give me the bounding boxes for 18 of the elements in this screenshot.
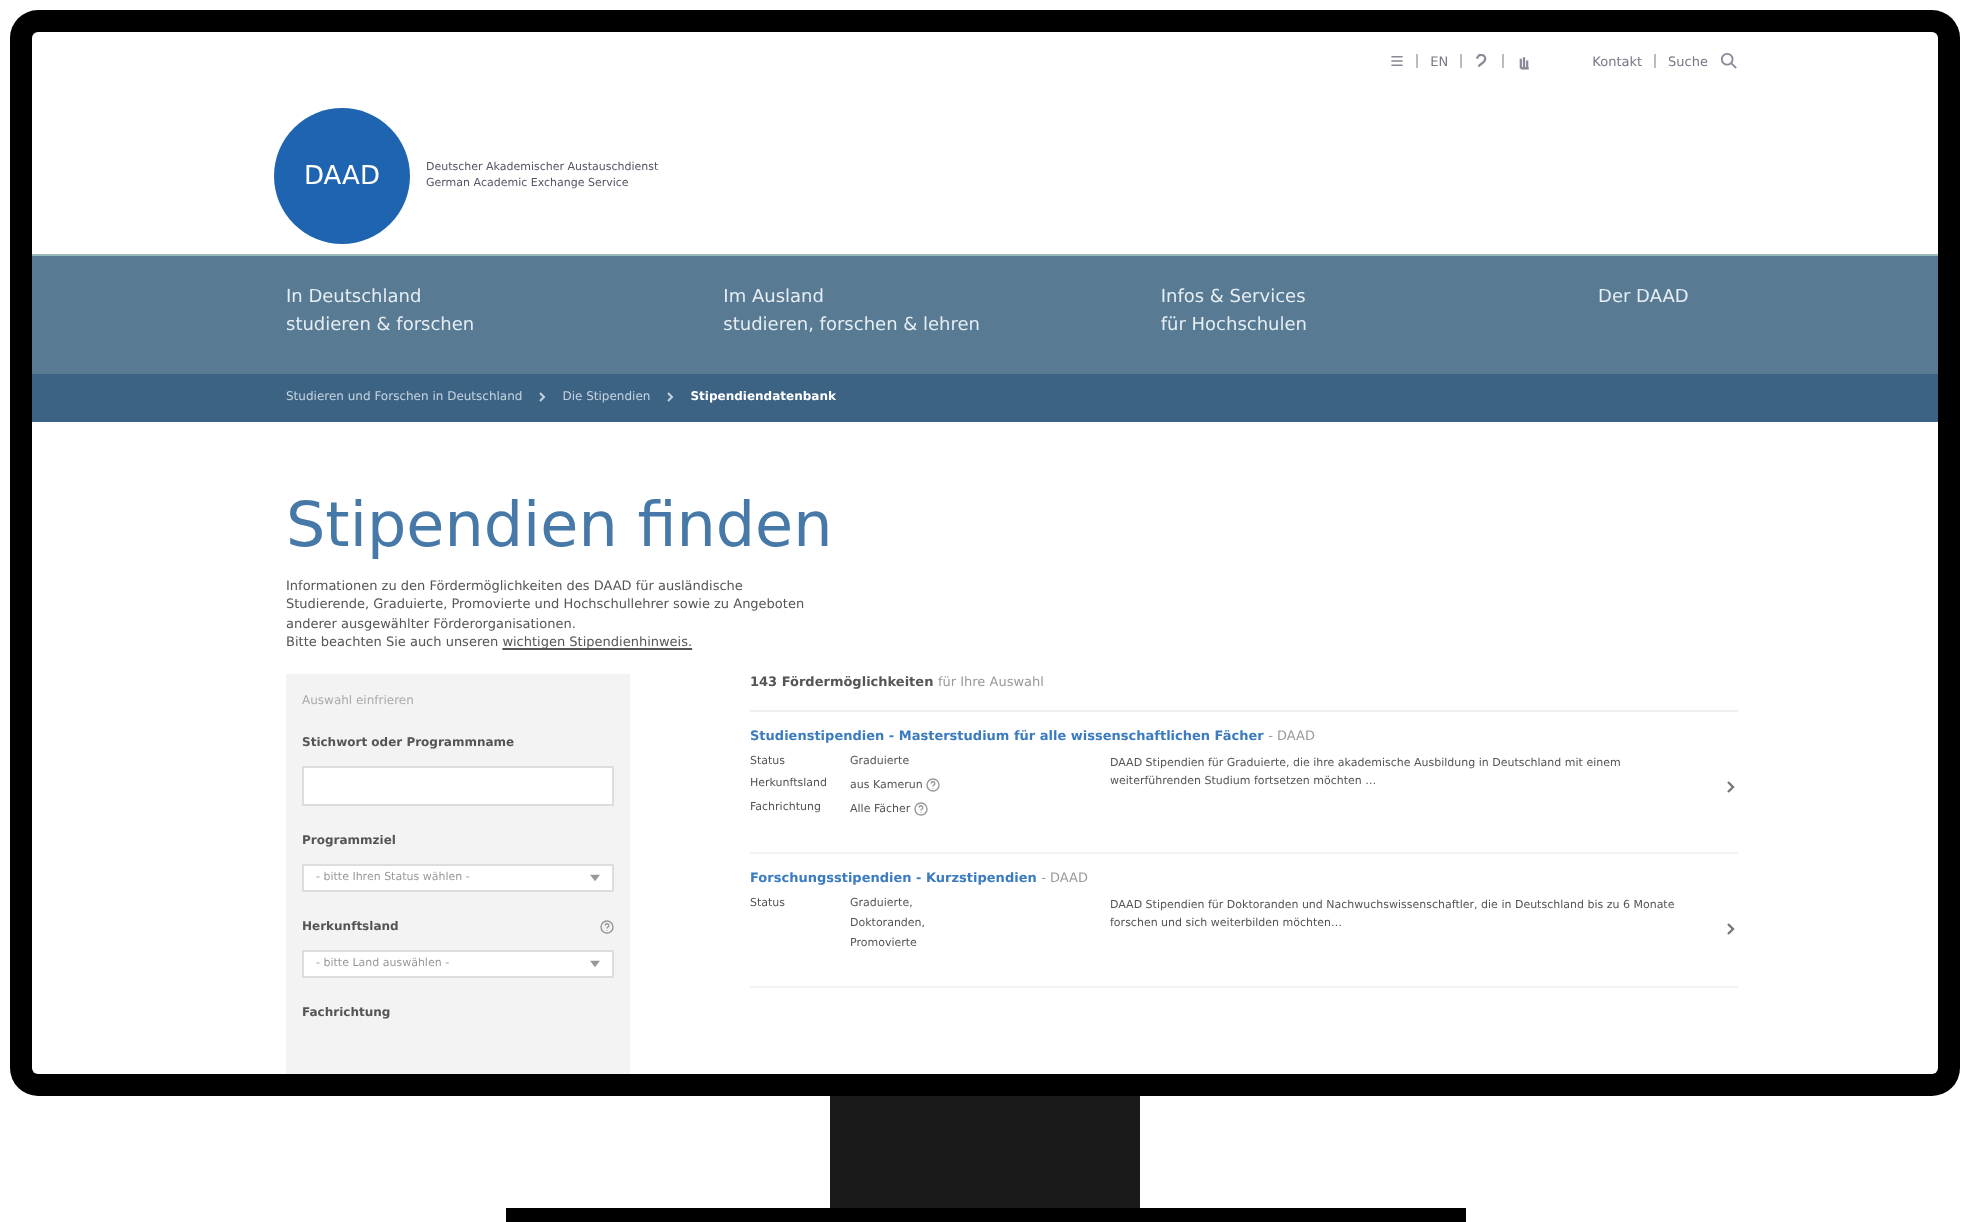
nav-menu-item[interactable]: Im Ausland studieren, forschen & lehren (723, 284, 1161, 375)
chevron-icon (538, 392, 547, 403)
chevron-icon (666, 392, 675, 403)
nav-menu-item[interactable]: Infos & Services für Hochschulen (1160, 284, 1599, 375)
page-title: Stipendien finden (286, 489, 835, 561)
keyword-field[interactable] (302, 766, 614, 806)
caret-icon (590, 874, 600, 882)
help-icon[interactable] (600, 920, 614, 934)
help-icon[interactable] (914, 802, 929, 817)
help-icon[interactable] (926, 778, 941, 792)
daad-logo[interactable]: DAAD (274, 108, 410, 244)
search-icon[interactable] (1720, 52, 1738, 70)
caret-icon (590, 960, 600, 968)
nav-menu-item[interactable]: In Deutschland studieren & forschen (286, 284, 724, 375)
nav-menu-item[interactable]: Der DAAD (1598, 284, 1739, 375)
sitemap-icon[interactable] (1390, 54, 1405, 68)
chevron-icon[interactable] (1726, 922, 1738, 937)
chevron-icon[interactable] (1726, 780, 1738, 794)
